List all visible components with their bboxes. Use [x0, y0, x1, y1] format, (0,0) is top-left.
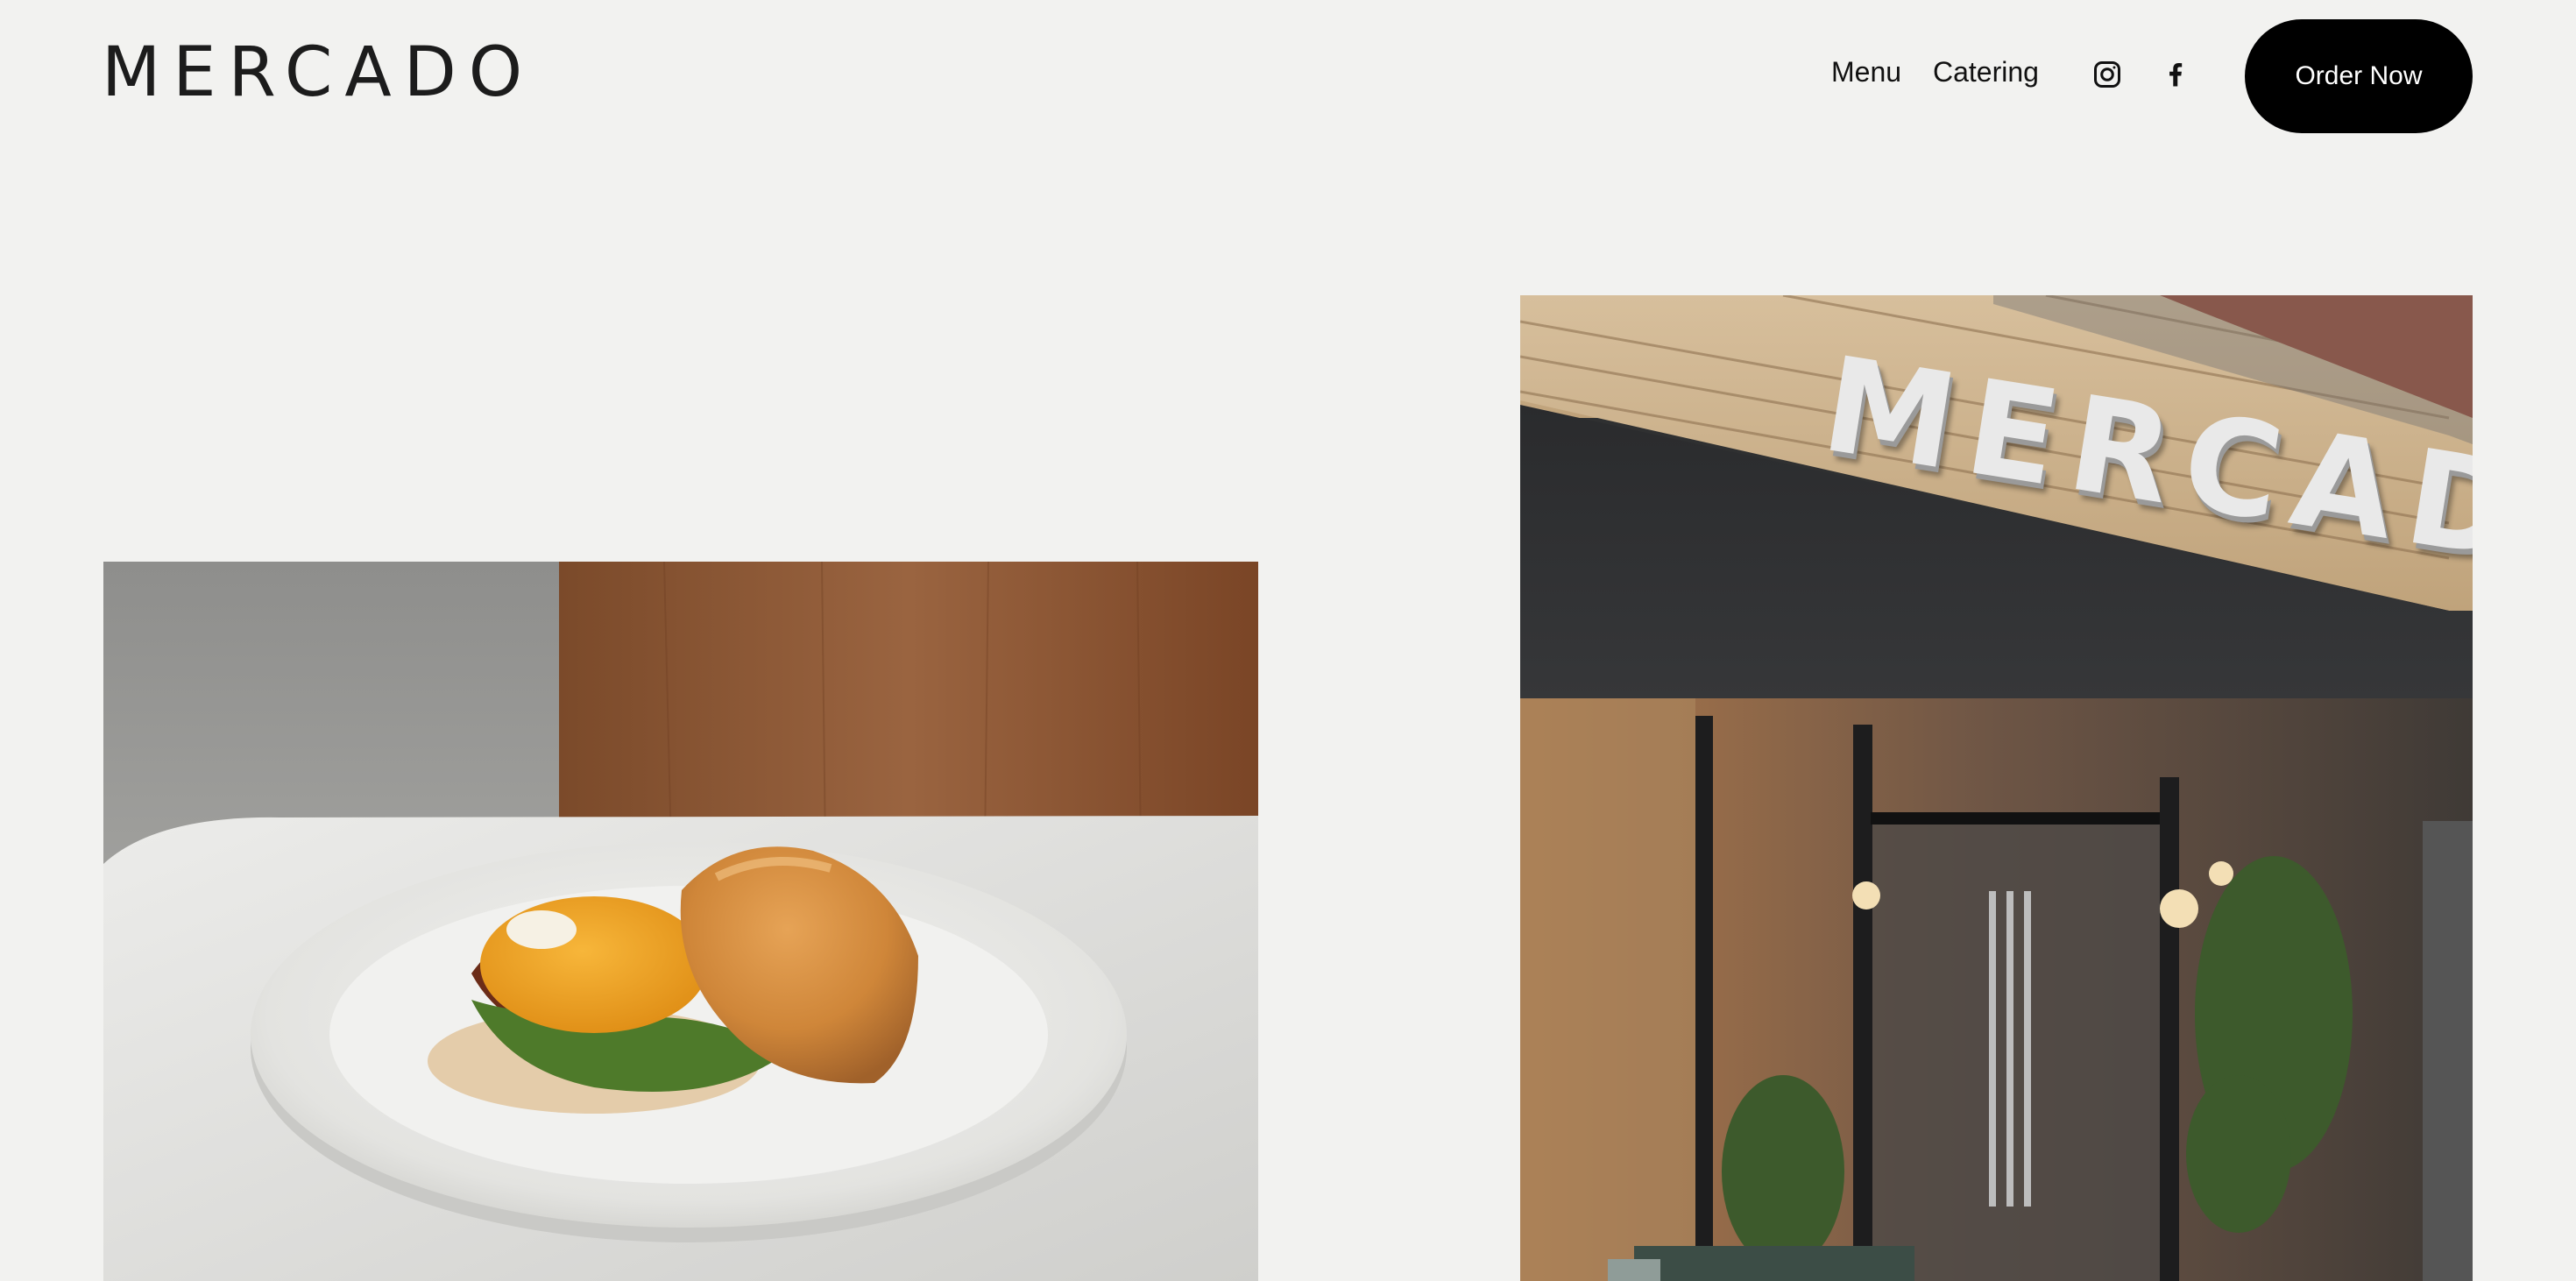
facebook-icon[interactable] [2159, 58, 2192, 91]
storefront-photo: MERCADO [1520, 295, 2473, 1281]
instagram-icon[interactable] [2091, 58, 2124, 91]
nav-link-menu[interactable]: Menu [1831, 58, 1901, 86]
site-logo[interactable]: MERCADO [102, 39, 534, 107]
nav-link-catering[interactable]: Catering [1933, 58, 2039, 86]
page: MERCADO Menu Catering Order Now MERCADO [0, 0, 2576, 1281]
sandwich-plate-photo [103, 562, 1258, 1281]
order-now-button[interactable]: Order Now [2245, 19, 2473, 133]
site-header: MERCADO Menu Catering Order Now [0, 0, 2576, 154]
